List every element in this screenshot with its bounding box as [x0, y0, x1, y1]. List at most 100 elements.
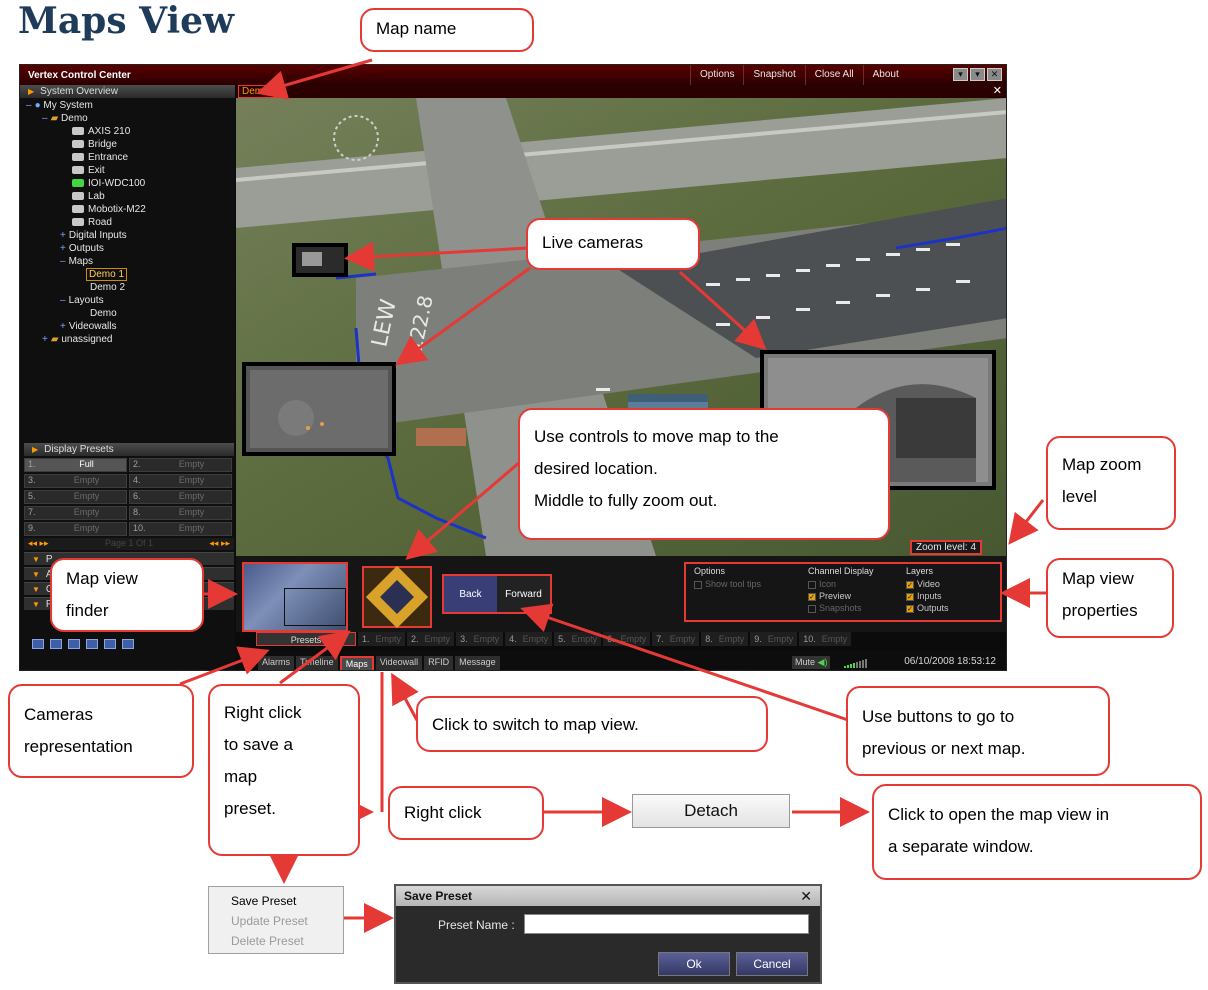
layout-1plus5-icon[interactable] — [104, 639, 116, 649]
map-preset-slot[interactable]: 10. Empty — [799, 632, 852, 646]
display-preset-8[interactable]: 8. Empty — [129, 506, 232, 520]
check-icon: ✓ — [906, 592, 914, 601]
callout-line: representation — [24, 737, 133, 756]
tab-message[interactable]: Message — [455, 656, 500, 670]
update-preset-menu-item: Update Preset — [231, 914, 308, 928]
callout-line: Map zoom — [1062, 455, 1142, 474]
map-preset-slot[interactable]: 2. Empty — [407, 632, 455, 646]
close-icon[interactable]: ✕ — [800, 886, 812, 906]
menu-about-button[interactable]: About — [862, 65, 908, 85]
display-preset-10[interactable]: 10. Empty — [129, 522, 232, 536]
layout-1x1-icon[interactable] — [32, 639, 44, 649]
tree-item-videowalls[interactable]: + Videowalls — [60, 321, 116, 332]
map-preset-slot[interactable]: 1. Empty — [358, 632, 406, 646]
map-preset-slot[interactable]: 7. Empty — [652, 632, 700, 646]
tree-item-my-system[interactable]: – ● My System — [26, 100, 93, 111]
close-icon[interactable]: ✕ — [993, 84, 1002, 97]
map-preset-slot[interactable]: 6. Empty — [603, 632, 651, 646]
view-tabs: Alarms Timeline Maps Videowall RFID Mess… — [258, 656, 500, 670]
close-icon[interactable]: ✕ — [987, 68, 1002, 81]
display-preset-3[interactable]: 3. Empty — [24, 474, 127, 488]
map-direction-pad[interactable] — [362, 565, 432, 629]
map-preset-slot[interactable]: 3. Empty — [456, 632, 504, 646]
direction-arrows-icon[interactable] — [365, 565, 429, 629]
tree-item-unassigned[interactable]: + ▰ unassigned — [42, 334, 112, 345]
callout-line: desired location. — [534, 459, 658, 478]
show-tool-tips-checkbox[interactable]: Show tool tips — [694, 578, 761, 590]
presets-tab[interactable]: Presets — [256, 632, 356, 646]
display-preset-4[interactable]: 4. Empty — [129, 474, 232, 488]
layout-custom-icon[interactable] — [122, 639, 134, 649]
forward-button[interactable]: Forward — [497, 576, 550, 612]
map-preset-slot[interactable]: 9. Empty — [750, 632, 798, 646]
tree-item-digital-inputs[interactable]: + Digital Inputs — [60, 230, 127, 241]
menu-options-button[interactable]: Options — [690, 65, 743, 85]
map-preset-slot[interactable]: 5. Empty — [554, 632, 602, 646]
camera-icon — [72, 140, 84, 149]
tab-maps[interactable]: Maps — [339, 656, 374, 670]
callout-view-properties: Map view properties — [1046, 558, 1174, 638]
ok-button[interactable]: Ok — [658, 952, 730, 976]
tree-item-demo[interactable]: – ▰ Demo — [42, 113, 88, 124]
zoom-out-center-button[interactable] — [380, 580, 414, 614]
tree-item-camera[interactable]: Lab — [72, 191, 105, 202]
cancel-button[interactable]: Cancel — [736, 952, 808, 976]
detach-button[interactable]: Detach — [632, 794, 790, 828]
tree-item-camera[interactable]: Road — [72, 217, 112, 228]
save-preset-menu-item[interactable]: Save Preset — [231, 891, 337, 911]
tab-alarms[interactable]: Alarms — [258, 656, 295, 670]
layer-inputs-checkbox[interactable]: ✓ Inputs — [906, 590, 949, 602]
minus-icon: – — [42, 113, 48, 124]
display-preset-5[interactable]: 5. Empty — [24, 490, 127, 504]
menu-snapshot-button[interactable]: Snapshot — [743, 65, 804, 85]
tab-timeline[interactable]: Timeline — [296, 656, 338, 670]
layout-4x4-icon[interactable] — [86, 639, 98, 649]
tab-videowall[interactable]: Videowall — [375, 656, 423, 670]
channel-icon-checkbox[interactable]: Icon — [808, 578, 874, 590]
previous-page-icon[interactable]: ◂◂ ▸▸ — [28, 538, 49, 550]
mute-button[interactable]: Mute ◀) — [792, 656, 831, 669]
live-camera-preview[interactable] — [242, 362, 396, 456]
display-preset-1[interactable]: 1. Full — [24, 458, 127, 472]
signal-strength-icon — [844, 658, 867, 668]
live-camera-preview[interactable] — [292, 243, 348, 277]
tree-item-camera[interactable]: Mobotix-M22 — [72, 204, 146, 215]
tab-rfid[interactable]: RFID — [424, 656, 454, 670]
menu-close-all-button[interactable]: Close All — [804, 65, 863, 85]
tree-item-layout-demo[interactable]: Demo — [90, 308, 117, 319]
tree-item-outputs[interactable]: + Outputs — [60, 243, 104, 254]
preset-name-input[interactable] — [524, 914, 809, 934]
tree-item-map-demo-1[interactable]: Demo 1 — [86, 268, 128, 281]
tree-item-layouts[interactable]: – Layouts — [60, 295, 104, 306]
display-preset-6[interactable]: 6. Empty — [129, 490, 232, 504]
display-preset-7[interactable]: 7. Empty — [24, 506, 127, 520]
channel-snapshots-checkbox[interactable]: Snapshots — [808, 602, 874, 614]
channel-display-title: Channel Display — [808, 566, 874, 576]
expand-arrow-icon: ▶ — [32, 445, 39, 454]
display-preset-2[interactable]: 2. Empty — [129, 458, 232, 472]
layout-2x2-icon[interactable] — [50, 639, 62, 649]
system-overview-header[interactable]: ▶ System Overview — [20, 85, 235, 98]
tree-item-camera[interactable]: AXIS 210 — [72, 126, 130, 137]
back-button[interactable]: Back — [444, 576, 497, 612]
tree-item-camera[interactable]: Exit — [72, 165, 105, 176]
layer-video-checkbox[interactable]: ✓ Video — [906, 578, 949, 590]
viewfinder-rectangle[interactable] — [284, 588, 346, 626]
restore-icon[interactable]: ▾ — [970, 68, 985, 81]
map-preset-slot[interactable]: 4. Empty — [505, 632, 553, 646]
tree-item-map-demo-2[interactable]: Demo 2 — [90, 282, 125, 293]
tree-item-camera[interactable]: Entrance — [72, 152, 128, 163]
map-viewfinder[interactable] — [242, 562, 348, 632]
channel-preview-checkbox[interactable]: ✓ Preview — [808, 590, 874, 602]
map-preset-slot[interactable]: 8. Empty — [701, 632, 749, 646]
display-presets-header[interactable]: ▶ Display Presets — [24, 443, 234, 456]
tree-item-camera[interactable]: IOI-WDC100 — [72, 178, 145, 189]
minimize-icon[interactable]: ▾ — [953, 68, 968, 81]
layout-3x3-icon[interactable] — [68, 639, 80, 649]
tree-item-camera[interactable]: Bridge — [72, 139, 117, 150]
layer-outputs-checkbox[interactable]: ✓ Outputs — [906, 602, 949, 614]
tree-item-maps[interactable]: – Maps — [60, 256, 93, 267]
map-name-tab[interactable]: Demo 1 — [238, 85, 282, 98]
display-preset-9[interactable]: 9. Empty — [24, 522, 127, 536]
next-page-icon[interactable]: ◂◂ ▸▸ — [209, 538, 230, 550]
